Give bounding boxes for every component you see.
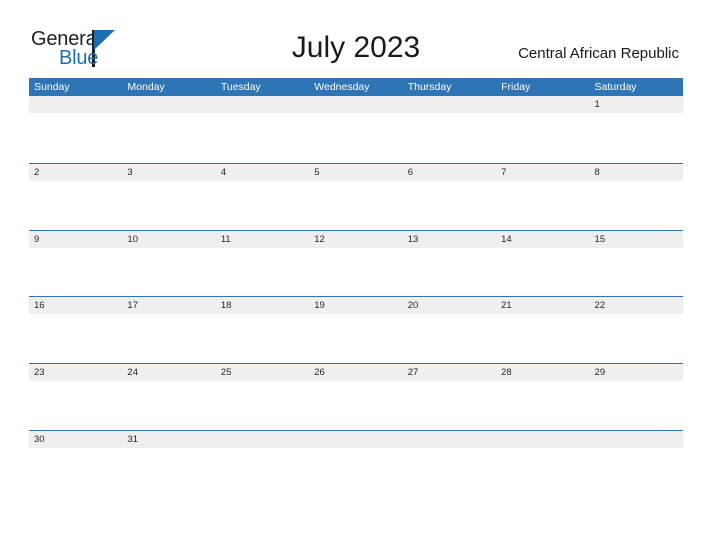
calendar-weeks: 1 2 3 4 5 6 7 8 9 10 11 12 13 14 15 16 1…	[29, 96, 683, 497]
day-cell[interactable]: 24	[122, 364, 215, 381]
day-cell[interactable]: 27	[403, 364, 496, 381]
week-date-numbers: 2 3 4 5 6 7 8	[29, 163, 683, 181]
week-row: 1	[29, 96, 683, 163]
week-row: 30 31	[29, 429, 683, 497]
day-cell[interactable]	[403, 431, 496, 448]
day-cell[interactable]: 8	[590, 164, 683, 181]
week-date-numbers: 9 10 11 12 13 14 15	[29, 230, 683, 248]
day-cell[interactable]: 7	[496, 164, 589, 181]
day-cell[interactable]: 14	[496, 231, 589, 248]
day-cell[interactable]: 31	[122, 431, 215, 448]
day-cell[interactable]: 2	[29, 164, 122, 181]
day-cell[interactable]: 9	[29, 231, 122, 248]
week-event-area[interactable]	[29, 447, 683, 496]
day-cell[interactable]: 26	[309, 364, 402, 381]
day-cell[interactable]: 12	[309, 231, 402, 248]
day-cell[interactable]: 17	[122, 297, 215, 314]
day-cell[interactable]: 4	[216, 164, 309, 181]
week-row: 2 3 4 5 6 7 8	[29, 162, 683, 230]
week-event-area[interactable]	[29, 381, 683, 430]
week-row: 16 17 18 19 20 21 22	[29, 296, 683, 363]
week-event-area[interactable]	[29, 247, 683, 296]
day-cell[interactable]	[216, 96, 309, 113]
day-cell[interactable]	[309, 96, 402, 113]
day-cell[interactable]: 1	[590, 96, 683, 113]
week-event-area[interactable]	[29, 113, 683, 161]
day-cell[interactable]	[122, 96, 215, 113]
dow-monday: Monday	[127, 81, 165, 93]
dow-thursday: Thursday	[407, 81, 452, 93]
week-row: 23 24 25 26 27 28 29	[29, 363, 683, 430]
day-cell[interactable]: 5	[309, 164, 402, 181]
day-cell[interactable]	[309, 431, 402, 448]
day-cell[interactable]: 25	[216, 364, 309, 381]
day-cell[interactable]: 15	[590, 231, 683, 248]
dow-friday: Friday	[501, 81, 531, 93]
day-cell[interactable]	[590, 431, 683, 448]
day-cell[interactable]: 10	[122, 231, 215, 248]
day-cell[interactable]: 3	[122, 164, 215, 181]
dow-tuesday: Tuesday	[220, 81, 261, 93]
day-cell[interactable]: 30	[29, 431, 122, 448]
day-cell[interactable]: 29	[590, 364, 683, 381]
page-header: General Blue July 2023 Central African R…	[0, 0, 712, 76]
calendar-page: General Blue July 2023 Central African R…	[0, 0, 712, 550]
day-cell[interactable]: 11	[216, 231, 309, 248]
day-cell[interactable]	[403, 96, 496, 113]
day-cell[interactable]: 6	[403, 164, 496, 181]
country-label: Central African Republic	[518, 45, 679, 62]
week-date-numbers: 16 17 18 19 20 21 22	[29, 297, 683, 315]
dow-saturday: Saturday	[594, 81, 637, 93]
day-cell[interactable]: 16	[29, 297, 122, 314]
day-cell[interactable]: 28	[496, 364, 589, 381]
day-cell[interactable]: 21	[496, 297, 589, 314]
week-event-area[interactable]	[29, 314, 683, 363]
day-cell[interactable]	[29, 96, 122, 113]
week-date-numbers: 30 31	[29, 430, 683, 448]
day-cell[interactable]: 13	[403, 231, 496, 248]
day-of-week-header: Sunday Monday Tuesday Wednesday Thursday…	[29, 78, 683, 96]
day-cell[interactable]	[496, 96, 589, 113]
day-cell[interactable]: 23	[29, 364, 122, 381]
week-row: 9 10 11 12 13 14 15	[29, 229, 683, 297]
day-cell[interactable]	[216, 431, 309, 448]
week-event-area[interactable]	[29, 180, 683, 229]
week-date-numbers: 23 24 25 26 27 28 29	[29, 364, 683, 382]
day-cell[interactable]: 22	[590, 297, 683, 314]
calendar-grid: Sunday Monday Tuesday Wednesday Thursday…	[29, 78, 683, 497]
dow-wednesday: Wednesday	[314, 81, 370, 93]
day-cell[interactable]: 18	[216, 297, 309, 314]
week-date-numbers: 1	[29, 96, 683, 113]
day-cell[interactable]: 19	[309, 297, 402, 314]
day-cell[interactable]: 20	[403, 297, 496, 314]
dow-sunday: Sunday	[34, 81, 70, 93]
day-cell[interactable]	[496, 431, 589, 448]
